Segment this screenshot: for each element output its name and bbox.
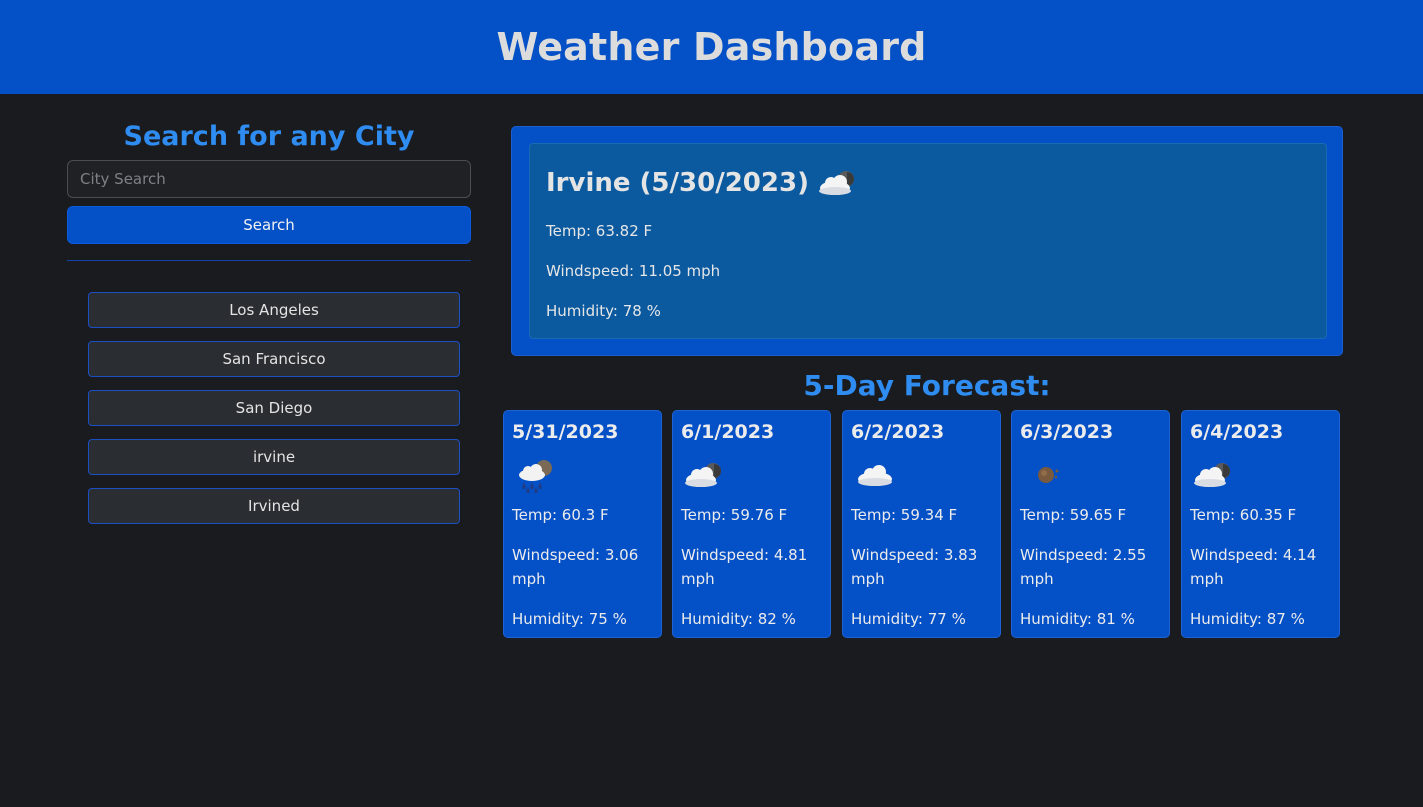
current-humidity: Humidity: 78 %: [546, 302, 661, 320]
current-city-date: Irvine (5/30/2023): [546, 168, 809, 198]
cloud-sun-icon: [1190, 457, 1238, 493]
forecast-temp: Temp: 59.65 F: [1020, 506, 1127, 524]
forecast-card: 5/31/2023 Temp: 60.3 F Windspeed: 3.06 m…: [503, 410, 662, 638]
sun-icon: [1020, 457, 1068, 493]
forecast-temp: Temp: 60.3 F: [512, 506, 609, 524]
forecast-heading: 5-Day Forecast:: [803, 369, 1051, 402]
forecast-humidity: Humidity: 77 %: [851, 610, 966, 628]
forecast-card: 6/2/2023 Temp: 59.34 F Windspeed: 3.83 m…: [842, 410, 1001, 638]
forecast-card: 6/4/2023 Temp: 60.35 F Windspeed: 4.14 m…: [1181, 410, 1340, 638]
forecast-temp: Temp: 59.34 F: [851, 506, 958, 524]
forecast-date: 6/4/2023: [1190, 421, 1284, 443]
forecast-windspeed: Windspeed: 3.06 mph: [512, 546, 639, 588]
page-title: Weather Dashboard: [496, 25, 927, 69]
forecast-temp: Temp: 59.76 F: [681, 506, 788, 524]
app-header: Weather Dashboard: [0, 0, 1423, 94]
forecast-card: 6/1/2023 Temp: 59.76 F Windspeed: 4.81 m…: [672, 410, 831, 638]
history-city-button[interactable]: San Diego: [88, 390, 460, 426]
forecast-date: 5/31/2023: [512, 421, 619, 443]
search-sidebar: Search for any City Search Los Angeles S…: [67, 118, 471, 524]
current-temp: Temp: 63.82 F: [546, 222, 653, 240]
divider: [67, 260, 471, 261]
history-city-button[interactable]: irvine: [88, 439, 460, 475]
city-search-input[interactable]: [67, 160, 471, 198]
forecast-date: 6/1/2023: [681, 421, 775, 443]
cloud-sun-icon: [681, 457, 729, 493]
search-button[interactable]: Search: [67, 206, 471, 244]
forecast-windspeed: Windspeed: 3.83 mph: [851, 546, 978, 588]
forecast-card: 6/3/2023 Temp: 59.65 F Windspeed: 2.55 m…: [1011, 410, 1170, 638]
forecast-humidity: Humidity: 81 %: [1020, 610, 1135, 628]
cloud-icon: [851, 457, 899, 493]
forecast-date: 6/3/2023: [1020, 421, 1114, 443]
forecast-humidity: Humidity: 87 %: [1190, 610, 1305, 628]
rain-cloud-icon: [512, 457, 560, 493]
search-heading: Search for any City: [123, 121, 415, 152]
forecast-humidity: Humidity: 75 %: [512, 610, 627, 628]
forecast-windspeed: Windspeed: 4.81 mph: [681, 546, 808, 588]
current-weather-panel: Irvine (5/30/2023) Temp: 63.82 F Windspe…: [511, 126, 1343, 356]
history-city-button[interactable]: San Francisco: [88, 341, 460, 377]
history-city-button[interactable]: Los Angeles: [88, 292, 460, 328]
forecast-date: 6/2/2023: [851, 421, 945, 443]
forecast-temp: Temp: 60.35 F: [1190, 506, 1297, 524]
history-city-button[interactable]: Irvined: [88, 488, 460, 524]
current-weather-card: Irvine (5/30/2023) Temp: 63.82 F Windspe…: [529, 143, 1327, 339]
current-weather-heading: Irvine (5/30/2023): [546, 162, 863, 204]
current-windspeed: Windspeed: 11.05 mph: [546, 262, 721, 280]
cloud-sun-icon: [815, 166, 863, 200]
forecast-windspeed: Windspeed: 4.14 mph: [1190, 546, 1317, 588]
forecast-humidity: Humidity: 82 %: [681, 610, 796, 628]
forecast-windspeed: Windspeed: 2.55 mph: [1020, 546, 1147, 588]
search-history-list: Los Angeles San Francisco San Diego irvi…: [88, 292, 460, 537]
